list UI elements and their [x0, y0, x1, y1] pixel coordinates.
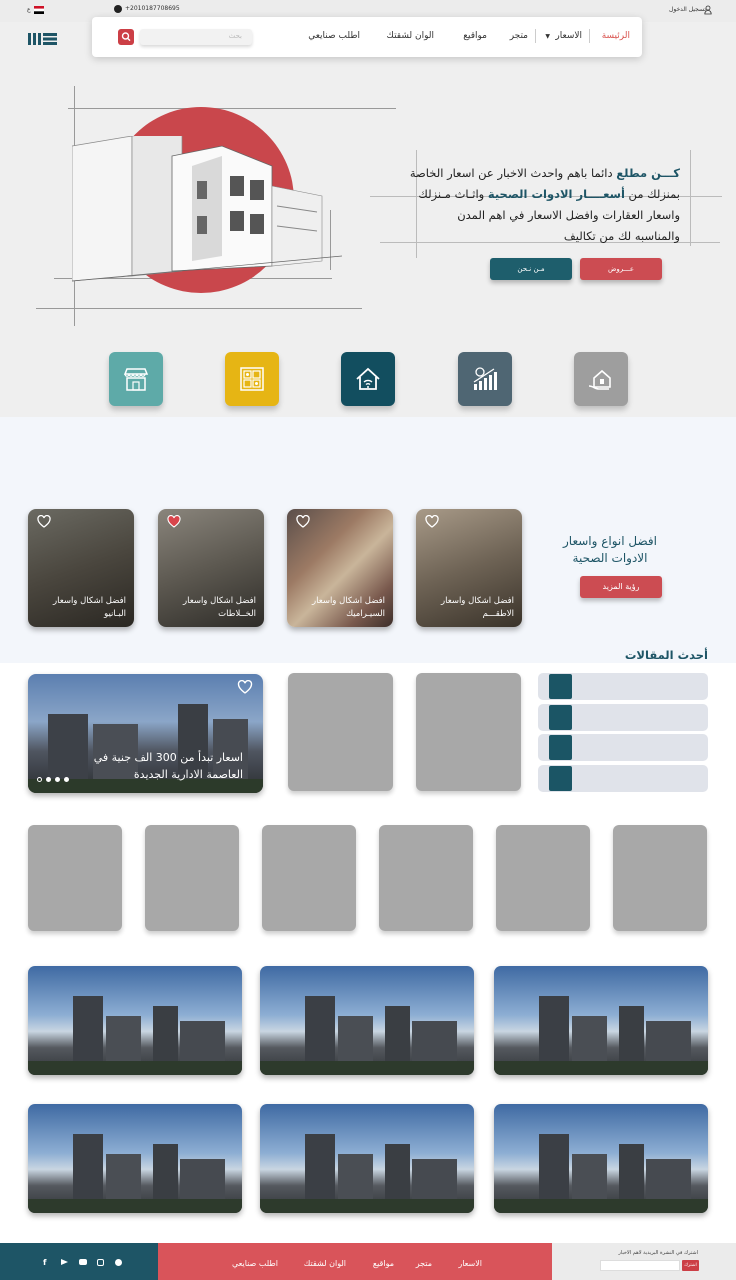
buildings-image — [260, 1134, 474, 1213]
facebook-icon[interactable]: f — [43, 1258, 46, 1267]
nav-divider — [535, 29, 536, 43]
article-list-item[interactable] — [538, 704, 708, 731]
whatsapp-icon[interactable] — [114, 5, 122, 13]
footer-nav-craftsman[interactable]: اطلب صنايعي — [232, 1259, 278, 1268]
hero-text: كـــن مطلع دائما باهم واحدث الاخبار عن ا… — [409, 166, 680, 243]
product-card[interactable]: افضل اشكال واسعار الاطقـــم — [416, 509, 522, 627]
footer-social: f — [0, 1243, 158, 1280]
site-logo[interactable] — [28, 32, 58, 46]
subscribe-button[interactable]: اشترك — [682, 1260, 699, 1271]
footer-nav-prices[interactable]: الاسعار — [458, 1259, 482, 1268]
house-hand-icon — [588, 369, 611, 390]
footer-nav: الاسعار متجر مواقيع الوان لشقتك اطلب صنا… — [158, 1243, 552, 1280]
category-tiles[interactable] — [225, 352, 279, 406]
building-illustration — [72, 136, 342, 282]
instagram-icon[interactable] — [97, 1259, 104, 1266]
egypt-flag-icon[interactable] — [34, 6, 44, 14]
language-switch[interactable]: ع — [27, 6, 31, 13]
telegram-icon[interactable] — [61, 1259, 68, 1265]
product-card[interactable]: افضل اشكال واسعار السيـراميك — [287, 509, 393, 627]
nav-colors[interactable]: الوان لشقتك — [387, 31, 435, 41]
search-button[interactable] — [118, 29, 134, 45]
chevron-down-icon[interactable]: ▼ — [545, 33, 550, 40]
articles-title: أحدث المقالات — [624, 648, 708, 662]
smart-home-icon — [356, 367, 380, 390]
grid-card-placeholder[interactable] — [379, 825, 473, 931]
buildings-image — [494, 996, 708, 1075]
heart-icon[interactable] — [237, 680, 253, 694]
buildings-image — [28, 1134, 242, 1213]
grid-card-placeholder[interactable] — [613, 825, 707, 931]
growth-chart-icon — [473, 367, 497, 390]
article-list-item[interactable] — [538, 765, 708, 792]
grid-card-placeholder[interactable] — [145, 825, 239, 931]
product-card[interactable]: افضل اشكال واسعار البـانيو — [28, 509, 134, 627]
category-prices[interactable] — [458, 352, 512, 406]
carousel-dots[interactable] — [37, 767, 73, 786]
building-card[interactable] — [494, 966, 708, 1075]
twitter-icon[interactable] — [115, 1259, 122, 1266]
article-list-item[interactable] — [538, 734, 708, 761]
product-caption: افضل اشكال واسعار الاطقـــم — [441, 596, 514, 619]
heart-filled-icon[interactable] — [167, 515, 181, 528]
nav-prices[interactable]: الاسعار — [555, 31, 582, 41]
main-navbar: الرئيسة الاسعار ▼ متجر مواقيع الوان لشقت… — [92, 17, 642, 57]
footer-nav-store[interactable]: متجر — [416, 1259, 432, 1268]
article-list-item[interactable] — [538, 673, 708, 700]
grid-card-placeholder[interactable] — [28, 825, 122, 931]
product-caption: افضل اشكال واسعار الخــلاطات — [183, 596, 256, 619]
offers-button[interactable]: عـــروض — [580, 258, 662, 280]
footer-nav-locations[interactable]: مواقيع — [373, 1259, 394, 1268]
hero-grid-line — [690, 150, 691, 246]
see-more-button[interactable]: رؤية المزيد — [580, 576, 662, 598]
nav-home[interactable]: الرئيسة — [602, 31, 630, 41]
building-card[interactable] — [260, 966, 474, 1075]
nav-divider — [589, 29, 590, 43]
search-input[interactable]: بحث — [140, 29, 252, 45]
tiles-icon — [240, 367, 264, 391]
grid-card-placeholder[interactable] — [496, 825, 590, 931]
store-icon — [123, 368, 149, 391]
grid-card-placeholder[interactable] — [262, 825, 356, 931]
building-card[interactable] — [494, 1104, 708, 1213]
heart-icon[interactable] — [296, 515, 310, 528]
nav-store[interactable]: متجر — [510, 31, 528, 41]
about-button[interactable]: مـن نـحن — [490, 258, 572, 280]
youtube-icon[interactable] — [79, 1259, 87, 1265]
category-smart-home[interactable] — [341, 352, 395, 406]
subscribe-email-input[interactable] — [600, 1260, 680, 1271]
nav-locations[interactable]: مواقيع — [463, 31, 487, 41]
building-card[interactable] — [260, 1104, 474, 1213]
article-card-placeholder[interactable] — [416, 673, 521, 791]
subscribe-text: اشترك في النشرة البريدية لاهم الاخبار — [618, 1250, 698, 1256]
login-link[interactable]: تسجيل الدخول — [669, 6, 706, 13]
hero-grid-line — [36, 308, 362, 309]
building-card[interactable] — [28, 966, 242, 1075]
buildings-image — [260, 996, 474, 1075]
footer-subscribe: اشترك في النشرة البريدية لاهم الاخبار اش… — [552, 1243, 736, 1280]
building-card[interactable] — [28, 1104, 242, 1213]
product-caption: افضل اشكال واسعار البـانيو — [53, 596, 126, 619]
featured-article[interactable]: اسعار تبدأ من 300 الف جنية في العاصمة الا… — [28, 674, 263, 793]
buildings-image — [28, 996, 242, 1075]
category-real-estate[interactable] — [574, 352, 628, 406]
products-title: افضل انواع واسعار الادوات الصحية — [563, 534, 657, 565]
search-icon — [121, 32, 131, 42]
article-card-placeholder[interactable] — [288, 673, 393, 791]
buildings-image — [494, 1134, 708, 1213]
heart-icon[interactable] — [37, 515, 51, 528]
product-card[interactable]: افضل اشكال واسعار الخــلاطات — [158, 509, 264, 627]
phone-number[interactable]: +2010187708695 — [125, 5, 180, 12]
product-caption: افضل اشكال واسعار السيـراميك — [312, 596, 385, 619]
footer-nav-colors[interactable]: الوان لشقتك — [304, 1259, 346, 1268]
hero-grid-line — [68, 108, 396, 109]
heart-icon[interactable] — [425, 515, 439, 528]
category-store[interactable] — [109, 352, 163, 406]
nav-craftsman[interactable]: اطلب صنايعي — [308, 31, 360, 41]
